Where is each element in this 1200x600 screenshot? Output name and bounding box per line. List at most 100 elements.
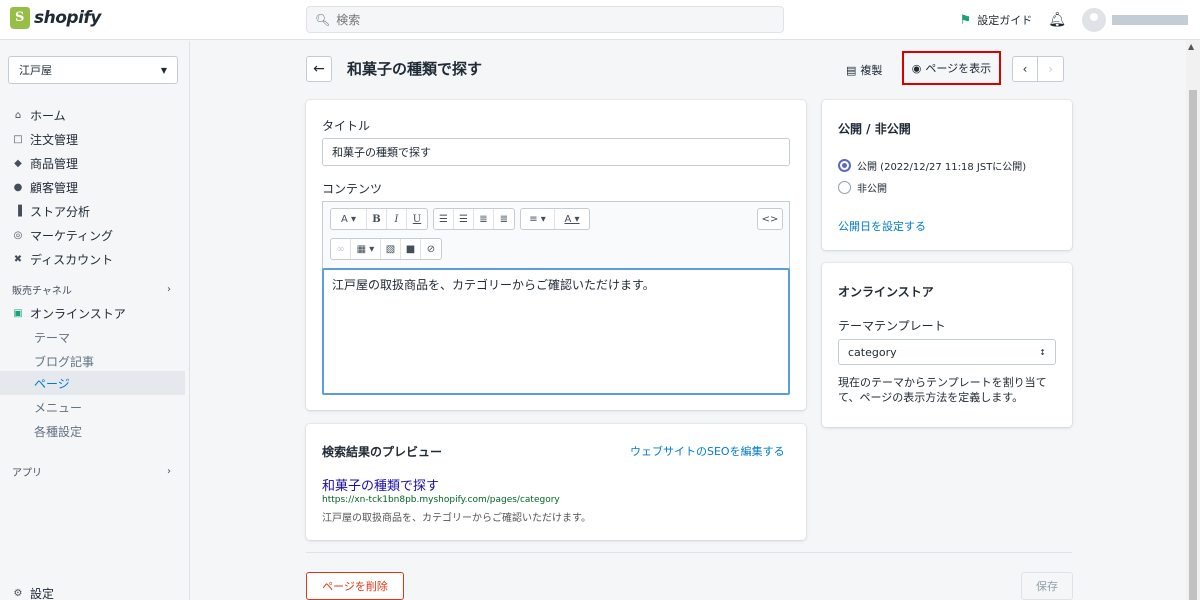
sidebar-subitem-preferences[interactable]: 各種設定 bbox=[0, 419, 185, 443]
account-menu[interactable] bbox=[1082, 8, 1188, 32]
top-bar: shopify 🔍︎ ⚑ 設定ガイド 🔔︎ bbox=[0, 0, 1200, 40]
link-icon[interactable]: ∞ bbox=[331, 239, 351, 259]
next-page-button[interactable]: › bbox=[1038, 56, 1064, 82]
clear-format-icon[interactable]: ⊘ bbox=[421, 239, 441, 259]
sidebar-subitem-label: ブログ記事 bbox=[34, 354, 95, 369]
sidebar-item-online-store[interactable]: ▣ オンラインストア bbox=[0, 301, 185, 325]
flag-icon: ⚑ bbox=[959, 12, 972, 28]
font-style-dropdown[interactable]: A ▾ bbox=[331, 209, 367, 229]
toolbar-row-1: A ▾ B I U ☰ ☰ ≣ ≣ ≡ ▾ A ▾ bbox=[330, 208, 590, 230]
template-value: category bbox=[848, 345, 897, 359]
seo-preview-title: 和菓子の種類で探す bbox=[322, 479, 440, 494]
align-dropdown[interactable]: ≡ ▾ bbox=[521, 209, 555, 229]
sidebar-item-label: ディスカウント bbox=[30, 252, 114, 267]
sidebar-item-label: 設定 bbox=[30, 586, 55, 600]
sidebar-item-discounts[interactable]: ✖ ディスカウント bbox=[0, 247, 185, 271]
text-color-dropdown[interactable]: A ▾ bbox=[555, 209, 589, 229]
sidebar-item-marketing[interactable]: ◎ マーケティング bbox=[0, 223, 185, 247]
duplicate-button[interactable]: ▤ 複製 bbox=[846, 62, 882, 78]
chevron-right-icon: › bbox=[167, 465, 171, 477]
chevron-right-icon: › bbox=[167, 283, 171, 295]
underline-button[interactable]: U bbox=[407, 209, 427, 229]
duplicate-icon: ▤ bbox=[846, 63, 857, 77]
sidebar-item-label: 顧客管理 bbox=[30, 180, 79, 195]
outdent-icon[interactable]: ≣ bbox=[474, 209, 494, 229]
scroll-up-icon[interactable]: ▲ bbox=[1188, 42, 1194, 51]
hidden-label: 非公開 bbox=[857, 184, 887, 195]
video-icon[interactable]: ■ bbox=[401, 239, 421, 259]
bold-button[interactable]: B bbox=[367, 209, 387, 229]
home-icon: ⌂ bbox=[14, 109, 22, 121]
image-icon[interactable]: ▧ bbox=[381, 239, 401, 259]
hidden-radio[interactable]: 非公開 bbox=[838, 180, 887, 195]
view-page-label: ページを表示 bbox=[925, 62, 992, 75]
sidebar-item-orders[interactable]: □ 注文管理 bbox=[0, 127, 185, 151]
view-page-button[interactable]: ◉ ページを表示 bbox=[902, 51, 1001, 85]
select-arrows-icon: ↕ bbox=[1039, 347, 1046, 357]
sidebar-subitem-themes[interactable]: テーマ bbox=[0, 325, 185, 349]
store-selector[interactable]: 江戸屋 ▼ bbox=[8, 56, 178, 84]
pagination: ‹ › bbox=[1012, 56, 1064, 82]
numbered-list-icon[interactable]: ☰ bbox=[454, 209, 474, 229]
shopify-logo[interactable]: shopify bbox=[10, 7, 101, 29]
sidebar-subitem-blog[interactable]: ブログ記事 bbox=[0, 349, 185, 373]
seo-preview-description: 江戸屋の取扱商品を、カテゴリーからご確認いただけます。 bbox=[322, 513, 591, 524]
indent-icon[interactable]: ≣ bbox=[494, 209, 514, 229]
orders-icon: □ bbox=[13, 133, 23, 145]
format-group: A ▾ B I U bbox=[330, 208, 428, 230]
back-button[interactable]: ← bbox=[306, 56, 332, 82]
content-editor[interactable]: 江戸屋の取扱商品を、カテゴリーからご確認いただけます。 bbox=[322, 268, 790, 395]
sidebar-item-customers[interactable]: ● 顧客管理 bbox=[0, 175, 185, 199]
person-icon: ● bbox=[13, 181, 23, 193]
bullet-list-icon[interactable]: ☰ bbox=[434, 209, 454, 229]
shopping-bag-icon bbox=[10, 7, 30, 29]
tag-icon: ◆ bbox=[14, 157, 22, 169]
list-group: ☰ ☰ ≣ ≣ bbox=[433, 208, 515, 230]
scroll-thumb[interactable] bbox=[1189, 90, 1197, 600]
caret-down-icon: ▼ bbox=[160, 65, 167, 75]
bell-icon[interactable]: 🔔︎ bbox=[1048, 12, 1066, 28]
set-publish-date-link[interactable]: 公開日を設定する bbox=[838, 218, 926, 234]
code-group: <> bbox=[757, 208, 783, 230]
visibility-heading: 公開 / 非公開 bbox=[838, 122, 911, 136]
search-input[interactable] bbox=[336, 12, 737, 27]
edit-seo-link[interactable]: ウェブサイトのSEOを編集する bbox=[630, 443, 785, 459]
scrollbar[interactable]: ▲ bbox=[1186, 40, 1200, 600]
sidebar-item-analytics[interactable]: ▐ ストア分析 bbox=[0, 199, 185, 223]
published-radio[interactable]: 公開 (2022/12/27 11:18 JSTに公開) bbox=[838, 158, 1026, 173]
table-dropdown[interactable]: ▦ ▾ bbox=[351, 239, 381, 259]
insert-group: ∞ ▦ ▾ ▧ ■ ⊘ bbox=[330, 238, 442, 260]
italic-button[interactable]: I bbox=[387, 209, 407, 229]
gear-icon: ⚙ bbox=[13, 587, 23, 599]
setup-guide-button[interactable]: ⚑ 設定ガイド bbox=[960, 12, 1033, 28]
sidebar-subitem-label: メニュー bbox=[34, 400, 83, 415]
template-select[interactable]: category ↕ bbox=[838, 339, 1056, 365]
online-store-heading: オンラインストア bbox=[838, 285, 934, 299]
sidebar-item-products[interactable]: ◆ 商品管理 bbox=[0, 151, 185, 175]
toolbar-row-2: ∞ ▦ ▾ ▧ ■ ⊘ bbox=[330, 238, 442, 260]
sidebar-subitem-menus[interactable]: メニュー bbox=[0, 395, 185, 419]
sidebar-item-label: オンラインストア bbox=[30, 306, 126, 321]
radio-unselected-icon bbox=[838, 181, 851, 194]
sidebar-subitem-pages[interactable]: ページ bbox=[0, 371, 185, 395]
user-name-redacted bbox=[1112, 15, 1188, 25]
avatar bbox=[1082, 8, 1106, 32]
sales-channels-header[interactable]: 販売チャネル › bbox=[0, 277, 185, 301]
store-name: 江戸屋 bbox=[19, 64, 52, 77]
apps-header[interactable]: アプリ › bbox=[0, 459, 185, 483]
analytics-icon: ▐ bbox=[14, 205, 22, 217]
logo-text: shopify bbox=[34, 8, 101, 28]
divider bbox=[306, 552, 1072, 553]
sidebar-item-home[interactable]: ⌂ ホーム bbox=[0, 103, 185, 127]
sidebar-item-label: ホーム bbox=[30, 108, 66, 123]
title-field[interactable]: 和菓子の種類で探す bbox=[322, 138, 790, 166]
search-bar[interactable]: 🔍︎ bbox=[306, 6, 784, 33]
chevron-right-icon: › bbox=[1048, 62, 1053, 76]
sidebar-subitem-label: 各種設定 bbox=[34, 424, 83, 439]
radio-selected-icon bbox=[838, 159, 851, 172]
save-button[interactable]: 保存 bbox=[1021, 572, 1073, 600]
code-view-icon[interactable]: <> bbox=[758, 209, 782, 229]
delete-page-button[interactable]: ページを削除 bbox=[306, 572, 404, 600]
sidebar-item-settings[interactable]: ⚙ 設定 bbox=[0, 581, 185, 600]
previous-page-button[interactable]: ‹ bbox=[1012, 56, 1038, 82]
